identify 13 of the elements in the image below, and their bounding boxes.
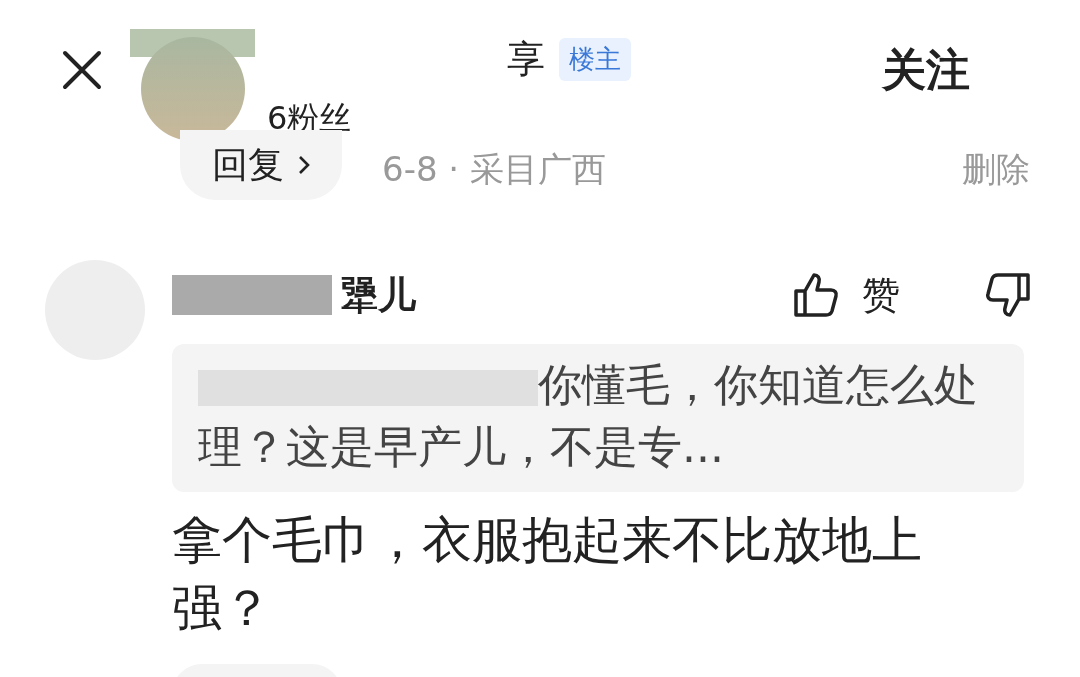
author-name[interactable]: 犟儿 [340,269,416,321]
comment-meta: 6-8 · 采目广西 [382,148,607,191]
op-badge: 楼主 [559,38,631,81]
comment-text: 拿个毛巾，衣服抱起来不比放地上强？ [172,510,923,639]
thumbs-down-icon[interactable] [984,271,1032,319]
chevron-icon [298,155,310,175]
like-label[interactable]: 赞 [862,269,900,321]
author-name[interactable]: 享 [507,34,545,85]
close-icon[interactable] [62,50,102,90]
thumbs-up-icon[interactable] [792,271,840,319]
quoted-comment[interactable]: 你懂毛，你知道怎么处理？这是早产儿，不是专... [172,344,1024,492]
reply-button[interactable]: 回复 [180,130,342,200]
follow-button[interactable]: 关注 [882,40,970,100]
